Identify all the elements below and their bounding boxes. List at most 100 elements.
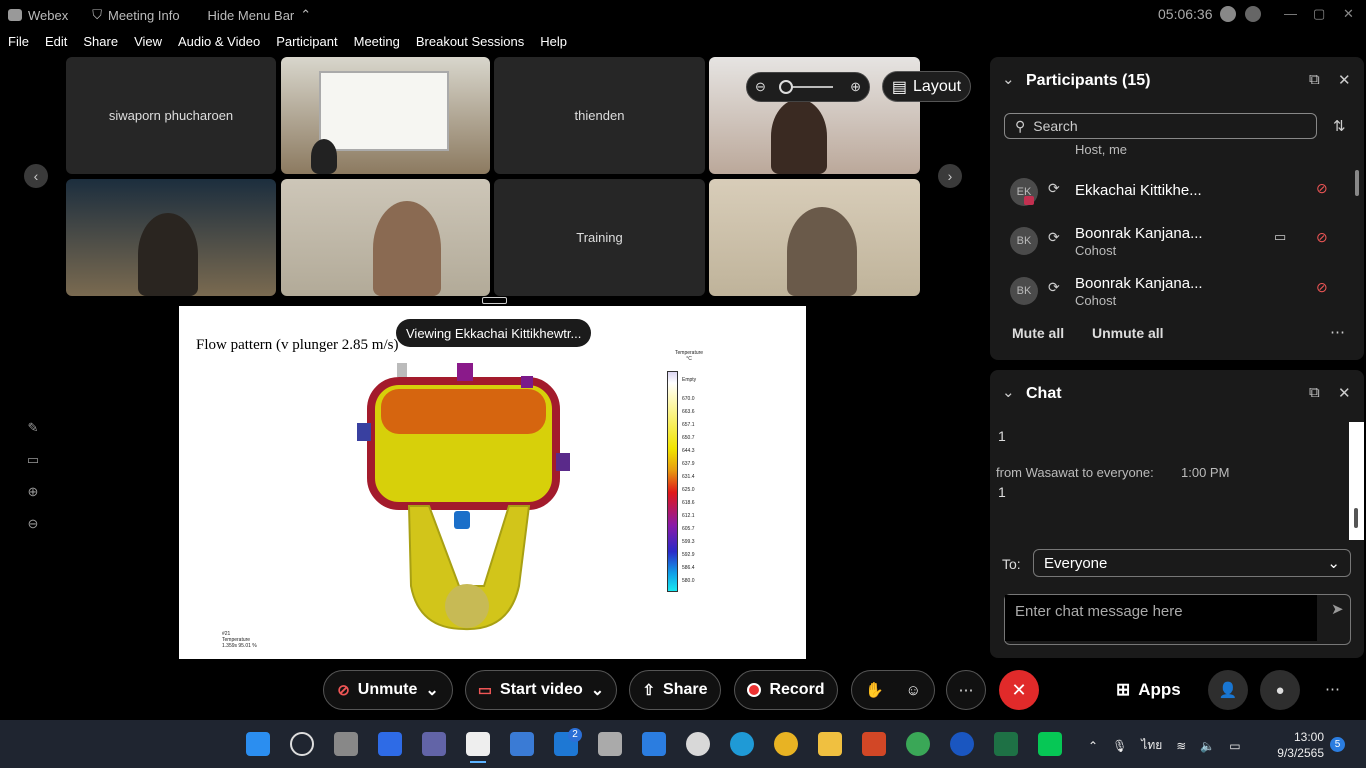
edge-icon[interactable] (730, 732, 754, 756)
unmute-button[interactable]: ⊘ Unmute ⌄ (323, 670, 453, 710)
zoom-slider-knob[interactable] (779, 80, 793, 94)
chevron-down-icon[interactable]: ⌄ (1002, 383, 1015, 401)
calculator-icon[interactable] (598, 732, 622, 756)
maximize-icon[interactable]: ▢ (1313, 6, 1325, 22)
zoom-out-icon[interactable]: ⊖ (22, 516, 44, 548)
chevron-up-icon[interactable]: ⌃ (1088, 739, 1098, 753)
menu-view[interactable]: View (126, 34, 170, 54)
mic-muted-icon[interactable]: ⊘ (1316, 180, 1328, 197)
zoom-in-icon[interactable]: ⊕ (850, 79, 861, 95)
raise-hand-icon[interactable]: ✋ (865, 681, 884, 699)
video-tile-siwaporn[interactable]: siwaporn phucharoen (66, 57, 276, 174)
mic-muted-icon[interactable]: ⊘ (1316, 229, 1328, 246)
close-window-icon[interactable]: ✕ (1343, 6, 1354, 22)
stats-icon[interactable] (1245, 6, 1261, 22)
language-indicator[interactable]: ไทย (1141, 736, 1162, 755)
more-options-icon[interactable]: ⋯ (1330, 323, 1345, 341)
next-page-button[interactable]: › (938, 164, 962, 188)
menu-share[interactable]: Share (75, 34, 126, 54)
zoom-in-icon[interactable]: ⊕ (22, 484, 44, 516)
more-icon[interactable]: ⋯ (1325, 680, 1340, 698)
prev-page-button[interactable]: ‹ (24, 164, 48, 188)
video-tile[interactable] (281, 57, 490, 174)
menu-edit[interactable]: Edit (37, 34, 75, 54)
unmute-all-button[interactable]: Unmute all (1092, 325, 1164, 341)
record-button[interactable]: Record (734, 670, 838, 710)
close-icon[interactable]: ✕ (1338, 71, 1351, 89)
video-icon[interactable]: ▭ (1274, 229, 1286, 245)
chrome-profile-icon[interactable] (906, 732, 930, 756)
chat-scrollbar[interactable] (1349, 422, 1364, 540)
popout-icon[interactable]: ⧉ (1309, 71, 1320, 88)
resize-handle[interactable] (482, 297, 507, 304)
participant-row[interactable]: BK ⟳ Boonrak Kanjana... Cohost ▭ ⊘ (1000, 221, 1350, 265)
popout-icon[interactable]: ⧉ (1309, 384, 1320, 401)
menu-help[interactable]: Help (532, 34, 575, 54)
notepad-icon[interactable] (510, 732, 534, 756)
chevron-down-icon[interactable]: ⌄ (1002, 70, 1015, 88)
task-view-icon[interactable] (334, 732, 358, 756)
apps-button[interactable]: ⊞ Apps (1116, 680, 1181, 700)
menu-file[interactable]: File (0, 34, 37, 54)
mute-all-button[interactable]: Mute all (1012, 325, 1064, 341)
video-tile[interactable] (281, 179, 490, 296)
zoom-out-icon[interactable]: ⊖ (755, 79, 766, 95)
menu-participant[interactable]: Participant (268, 34, 345, 54)
globe-icon[interactable] (686, 732, 710, 756)
chevron-down-icon[interactable]: ⌄ (591, 680, 604, 700)
file-explorer-icon[interactable] (818, 732, 842, 756)
share-button[interactable]: ⇧ Share (629, 670, 721, 710)
record-status-icon[interactable] (1220, 6, 1236, 22)
sort-icon[interactable]: ⇅ (1333, 117, 1346, 135)
participant-row[interactable]: BK ⟳ Boonrak Kanjana... Cohost ⊘ (1000, 271, 1350, 315)
participants-toggle-button[interactable]: 👤 (1208, 670, 1248, 710)
calendar-icon[interactable] (642, 732, 666, 756)
start-video-button[interactable]: ▭ Start video ⌄ (465, 670, 617, 710)
mic-muted-icon[interactable]: ⊘ (1316, 279, 1328, 296)
meeting-info-button[interactable]: ⛉ Meeting Info (92, 7, 179, 23)
snipping-tool-icon[interactable] (466, 732, 490, 756)
microphone-icon[interactable]: 🎙 (1112, 739, 1127, 753)
apps-icon: ⊞ (1116, 680, 1131, 699)
annotate-icon[interactable]: ✎ (22, 420, 44, 452)
windows-start-icon[interactable] (246, 732, 270, 756)
taskbar-clock[interactable]: 13:00 9/3/2565 (1272, 729, 1324, 761)
video-tile[interactable] (66, 179, 276, 296)
widgets-icon[interactable] (378, 732, 402, 756)
recipient-select[interactable]: Everyone ⌄ (1033, 549, 1351, 577)
webex-app-icon[interactable] (950, 732, 974, 756)
line-icon[interactable] (1038, 732, 1062, 756)
hide-menu-button[interactable]: Hide Menu Bar ⌃ (208, 7, 312, 23)
participant-search-input[interactable]: ⚲ Search (1004, 113, 1317, 139)
volume-icon[interactable]: 🔈 (1200, 739, 1215, 753)
notification-badge[interactable]: 5 (1330, 737, 1345, 752)
remote-control-icon[interactable]: ▭ (22, 452, 44, 484)
send-icon[interactable]: ➤ (1331, 600, 1344, 618)
close-icon[interactable]: ✕ (1338, 384, 1351, 402)
participants-scrollbar[interactable] (1353, 150, 1361, 315)
powerpoint-icon[interactable] (862, 732, 886, 756)
chat-toggle-button[interactable]: ● (1260, 670, 1300, 710)
wifi-icon[interactable]: ≋ (1176, 739, 1186, 753)
chevron-down-icon[interactable]: ⌄ (425, 680, 438, 700)
video-tile[interactable] (709, 179, 920, 296)
teams-icon[interactable] (422, 732, 446, 756)
menu-audio-video[interactable]: Audio & Video (170, 34, 268, 54)
zoom-slider[interactable] (779, 80, 833, 94)
layout-button[interactable]: ▤ Layout (882, 71, 971, 102)
video-tile-thienden[interactable]: thienden (494, 57, 705, 174)
reaction-icon[interactable]: ☺ (906, 682, 921, 699)
video-tile-training[interactable]: Training (494, 179, 705, 296)
menu-breakout[interactable]: Breakout Sessions (408, 34, 532, 54)
chrome-icon[interactable] (774, 732, 798, 756)
minimize-icon[interactable]: — (1284, 6, 1297, 21)
more-options-button[interactable]: ⋯ (946, 670, 986, 710)
end-call-button[interactable]: ✕ (999, 670, 1039, 710)
participant-row[interactable]: EK ⟳ Ekkachai Kittikhe... ⊘ (1000, 172, 1350, 216)
casting-simulation-image (357, 363, 570, 631)
menu-meeting[interactable]: Meeting (346, 34, 408, 54)
battery-icon[interactable]: ▭ (1229, 739, 1240, 753)
chat-message-input[interactable] (1005, 595, 1317, 641)
excel-icon[interactable] (994, 732, 1018, 756)
search-icon[interactable] (290, 732, 314, 756)
